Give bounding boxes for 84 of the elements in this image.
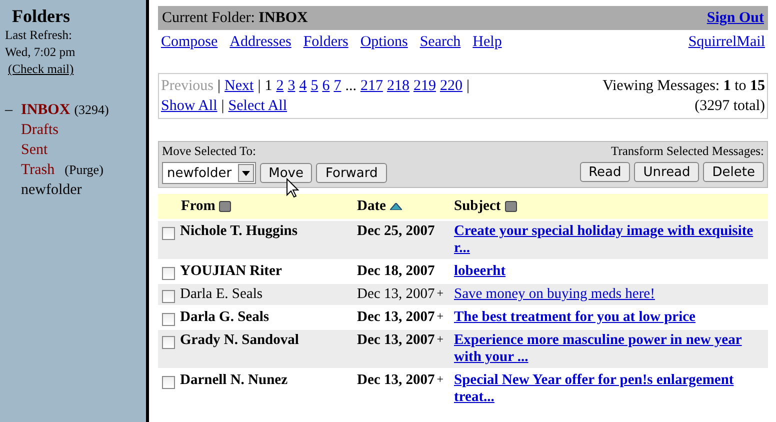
nav-link[interactable]: Search [420,34,461,51]
pager-separator: | [258,77,261,96]
action-button[interactable]: Delete [703,162,764,182]
sender-name: Darla G. Seals [180,309,270,325]
subject-link[interactable]: lobeerht [454,263,768,280]
unread-count: (3294) [74,102,109,118]
sort-ascending-icon[interactable] [390,203,402,210]
subject-link[interactable]: The best treatment for you at low price [454,309,768,326]
page-link[interactable]: 7 [334,76,342,96]
page-link[interactable]: 6 [322,76,330,96]
folder-item[interactable]: Drafts [21,122,58,139]
sender-name: Grady N. Sandoval [180,332,299,348]
pager-separator: | [221,97,224,116]
dropdown-icon [238,164,254,182]
pager-separator: | [466,77,470,96]
message-checkbox[interactable] [162,227,175,240]
column-header[interactable]: From [181,198,216,214]
page-link[interactable]: 220 [440,76,462,96]
viewing-messages: Viewing Messages: 1 to 15 [602,77,765,96]
mouse-cursor-icon [286,178,299,198]
attachment-label: + [436,372,444,386]
message-checkbox[interactable] [162,313,175,326]
nav-link[interactable]: Folders [303,34,348,51]
current-folder-label: Current Folder: [162,10,256,26]
pager-separator: ... [345,77,356,96]
nav-link[interactable]: Options [360,34,408,51]
page-link[interactable]: 3 [288,76,296,96]
page-link[interactable]: Select All [228,96,288,116]
nav-link[interactable]: Addresses [230,34,292,51]
sender-name: Darla E. Seals [180,286,263,302]
total-count: (3297 total) [694,97,765,116]
page-link[interactable]: 2 [276,76,284,96]
page-link[interactable]: Show All [161,96,218,116]
folder-item[interactable]: Trash [21,162,55,179]
folder-item[interactable]: newfolder [21,182,82,199]
sign-out-link[interactable]: Sign Out [706,10,764,26]
page-link[interactable]: 217 [360,76,383,96]
column-header[interactable]: Subject [454,198,501,214]
brand-link[interactable]: SquirrelMail [688,34,765,51]
sort-icon[interactable] [219,201,232,212]
move-button[interactable]: Move [260,163,312,183]
move-label: Move Selected To: [162,144,256,159]
message-date: Dec 18, 2007 [357,263,435,279]
transform-label: Transform Selected Messages: [611,144,764,159]
page-link[interactable]: 218 [386,76,410,96]
nav-link[interactable]: Compose [161,34,218,51]
message-date: Dec 13, 2007 [357,286,435,302]
collapse-toggle[interactable]: – [5,102,21,119]
action-button[interactable]: Unread [634,162,700,182]
sidebar-title: Folders [12,6,70,27]
purge-link[interactable]: (Purge) [64,162,104,178]
page-link[interactable]: 5 [310,76,318,96]
attachment-label: + [436,309,444,323]
column-header[interactable]: Date [357,198,386,214]
folder-select[interactable]: newfolder [162,162,256,184]
current-folder-name: INBOX [258,10,308,26]
message-checkbox[interactable] [162,290,175,303]
sender-name: Darnell N. Nunez [180,372,288,388]
forward-button[interactable]: Forward [316,163,387,183]
page-link[interactable]: Next [224,76,254,96]
folder-item[interactable]: Sent [21,142,48,159]
attachment-label: + [436,286,444,300]
subject-link[interactable]: Special New Year offer for pen!s enlargement treat... [454,372,768,406]
pager-separator: | [218,77,221,96]
page-link[interactable]: 4 [299,76,307,96]
check-mail-link[interactable]: (Check mail) [8,61,74,78]
attachment-label: + [436,332,444,346]
refresh-time: Wed, 7:02 pm [5,44,76,61]
message-date: Dec 25, 2007 [357,223,435,239]
message-date: Dec 13, 2007 [357,372,435,388]
message-checkbox[interactable] [162,376,175,389]
sort-icon[interactable] [504,201,517,212]
message-date: Dec 13, 2007 [357,332,435,348]
action-button[interactable]: Read [580,162,630,182]
refresh-label: Last Refresh: [5,27,72,44]
sender-name: Nichole T. Huggins [180,223,298,239]
folder-item[interactable]: INBOX [21,102,70,119]
message-checkbox[interactable] [162,267,175,280]
sender-name: YOUJIAN Riter [180,263,282,279]
current-page: 1 [264,77,272,96]
nav-link[interactable]: Help [472,34,502,51]
page-link[interactable]: 219 [413,76,436,96]
message-date: Dec 13, 2007 [357,309,435,325]
message-checkbox[interactable] [162,336,175,349]
